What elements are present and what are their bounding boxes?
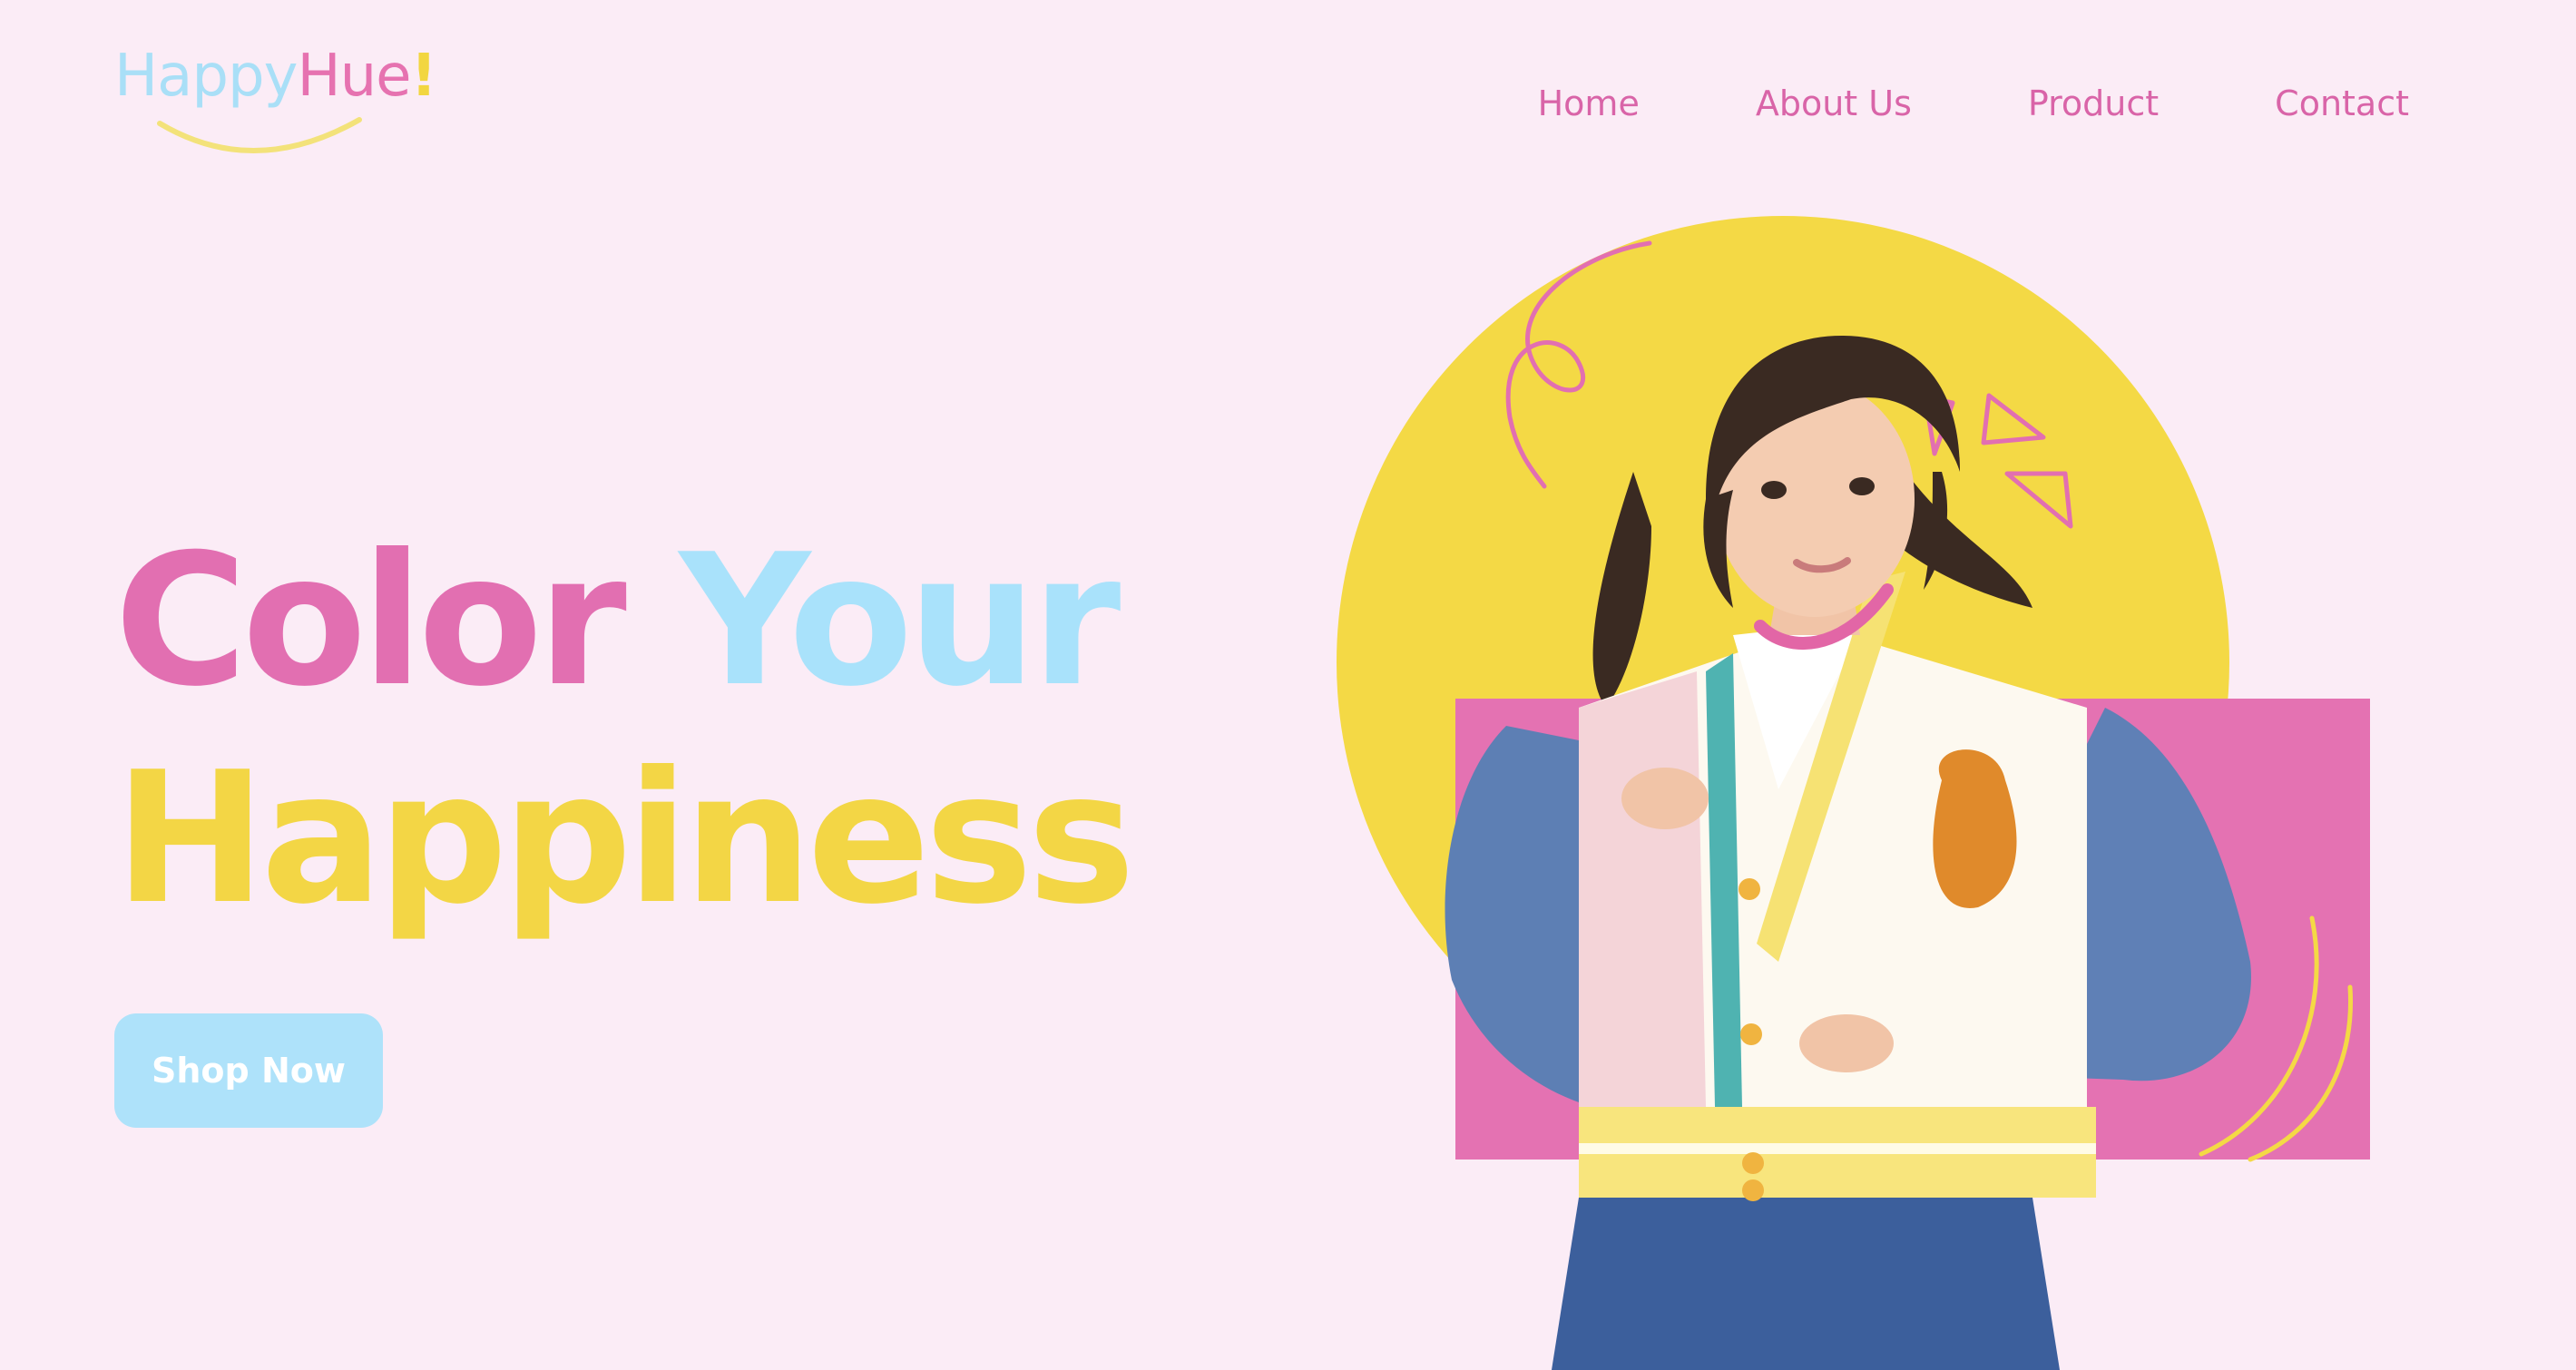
nav-home[interactable]: Home: [1538, 83, 1640, 123]
headline-word-happiness: Happiness: [114, 733, 1135, 944]
brand-part-happy: Happy: [114, 43, 298, 110]
headline-word-your: Your: [679, 515, 1121, 727]
brand-part-hue: Hue: [297, 43, 411, 110]
nav-contact[interactable]: Contact: [2275, 83, 2409, 123]
brand-part-exclamation: !: [410, 43, 437, 110]
headline-word-color: Color: [114, 515, 627, 727]
hero-image: [1307, 200, 2395, 1370]
brand-wordmark: HappyHue!: [114, 47, 441, 105]
shop-now-button[interactable]: Shop Now: [114, 1013, 383, 1128]
nav-product[interactable]: Product: [2028, 83, 2159, 123]
brand-logo[interactable]: HappyHue!: [114, 47, 441, 174]
smile-icon: [157, 117, 362, 153]
hero-headline: Color Your Happiness: [114, 513, 1135, 948]
main-nav: Home About Us Product Contact: [1538, 83, 2409, 123]
nav-about-us[interactable]: About Us: [1756, 83, 1912, 123]
